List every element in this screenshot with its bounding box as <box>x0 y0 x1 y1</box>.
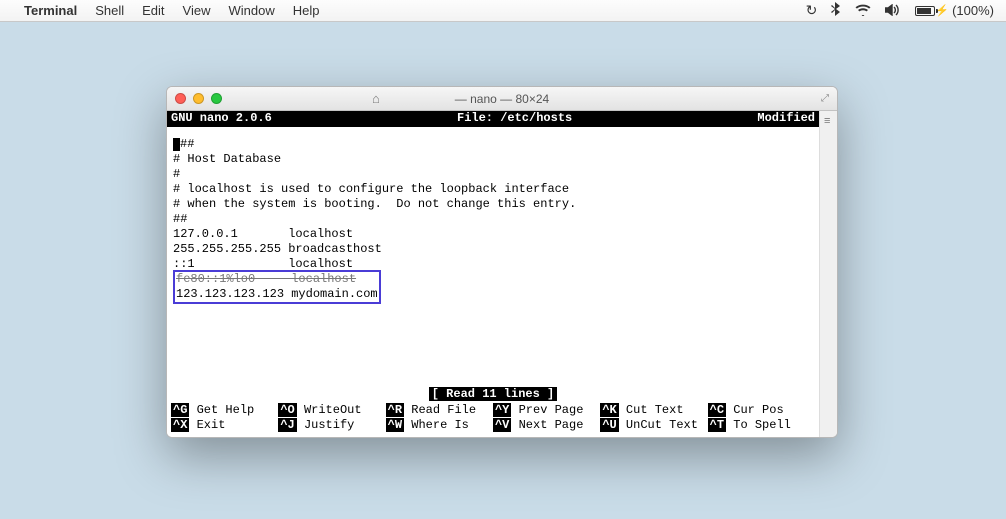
shortcut: ^J Justify <box>278 418 385 433</box>
file-line: 255.255.255.255 broadcasthost <box>173 242 813 257</box>
file-line: # localhost is used to configure the loo… <box>173 182 813 197</box>
battery-status[interactable]: ⚡ (100%) <box>915 3 994 18</box>
file-line: ## <box>173 212 813 227</box>
battery-percent: (100%) <box>952 3 994 18</box>
scrollbar[interactable]: ≡ <box>819 111 837 437</box>
desktop: ⌂ — nano — 80×24 ⤢ GNU nano 2.0.6 File: … <box>0 22 1006 519</box>
shortcut: ^C Cur Pos <box>708 403 815 418</box>
shortcut: ^K Cut Text <box>600 403 707 418</box>
window-titlebar[interactable]: ⌂ — nano — 80×24 ⤢ <box>167 87 837 111</box>
bluetooth-icon[interactable] <box>831 2 841 19</box>
macos-menubar: Terminal Shell Edit View Window Help ↻ ⚡… <box>0 0 1006 22</box>
window-title: — nano — 80×24 <box>455 92 549 106</box>
shortcut: ^U UnCut Text <box>600 418 707 433</box>
file-line: ## <box>180 137 194 151</box>
nano-version: GNU nano 2.0.6 <box>171 111 272 127</box>
window-minimize-button[interactable] <box>193 93 204 104</box>
volume-icon[interactable] <box>885 3 901 19</box>
timemachine-icon[interactable]: ↻ <box>806 2 818 19</box>
menu-shell[interactable]: Shell <box>95 3 124 18</box>
file-line: # when the system is booting. Do not cha… <box>173 197 813 212</box>
shortcut: ^G Get Help <box>171 403 278 418</box>
app-menu[interactable]: Terminal <box>24 3 77 18</box>
shortcut: ^W Where Is <box>386 418 493 433</box>
nano-status: [ Read 11 lines ] <box>167 387 819 402</box>
window-close-button[interactable] <box>175 93 186 104</box>
file-line: 127.0.0.1 localhost <box>173 227 813 242</box>
nano-header: GNU nano 2.0.6 File: /etc/hosts Modified <box>167 111 819 127</box>
menu-window[interactable]: Window <box>229 3 275 18</box>
shortcut: ^O WriteOut <box>278 403 385 418</box>
file-line: # <box>173 167 813 182</box>
scroll-indicator-icon: ≡ <box>824 115 830 127</box>
shortcut: ^Y Prev Page <box>493 403 600 418</box>
terminal-content[interactable]: GNU nano 2.0.6 File: /etc/hosts Modified… <box>167 111 819 437</box>
menu-view[interactable]: View <box>183 3 211 18</box>
home-icon: ⌂ <box>372 91 380 106</box>
menu-edit[interactable]: Edit <box>142 3 164 18</box>
nano-modified-label: Modified <box>757 111 815 127</box>
nano-file-label: File: /etc/hosts <box>272 111 758 127</box>
highlighted-entry: fe80::1%lo0 localhost123.123.123.123 myd… <box>173 270 381 304</box>
nano-shortcuts: ^G Get Help ^O WriteOut ^R Read File ^Y … <box>167 402 819 437</box>
window-zoom-button[interactable] <box>211 93 222 104</box>
file-line: fe80::1%lo0 localhost <box>176 272 356 286</box>
shortcut: ^X Exit <box>171 418 278 433</box>
file-line: 123.123.123.123 mydomain.com <box>176 287 378 301</box>
wifi-icon[interactable] <box>855 3 871 19</box>
shortcut: ^R Read File <box>386 403 493 418</box>
shortcut: ^T To Spell <box>708 418 815 433</box>
expand-icon[interactable]: ⤢ <box>821 93 829 104</box>
cursor <box>173 138 180 151</box>
file-line: # Host Database <box>173 152 813 167</box>
shortcut: ^V Next Page <box>493 418 600 433</box>
editor-body[interactable]: ## # Host Database # # localhost is used… <box>167 127 819 387</box>
menu-help[interactable]: Help <box>293 3 320 18</box>
terminal-window: ⌂ — nano — 80×24 ⤢ GNU nano 2.0.6 File: … <box>166 86 838 438</box>
